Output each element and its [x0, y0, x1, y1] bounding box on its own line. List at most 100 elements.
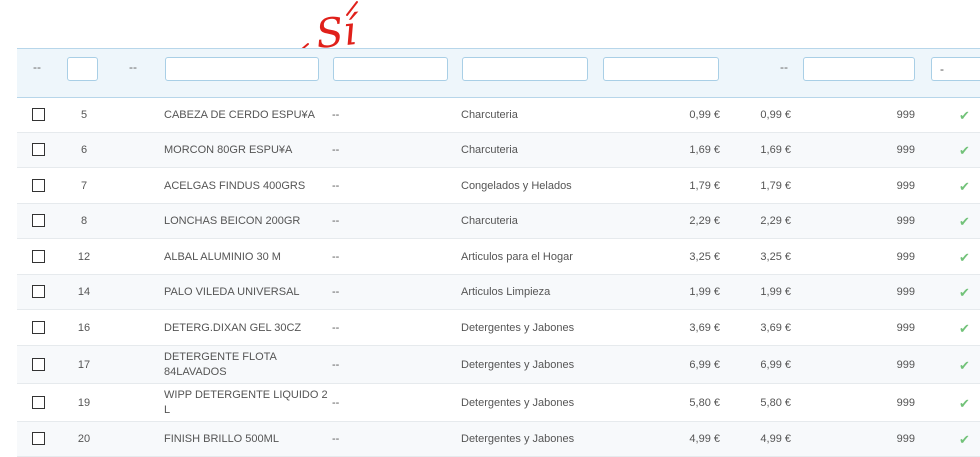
- product-reference: --: [332, 397, 340, 409]
- product-quantity: 999: [896, 251, 915, 263]
- product-price: 1,99 €: [689, 286, 720, 298]
- product-final-price: 3,69 €: [760, 322, 791, 334]
- product-final-price: 1,69 €: [760, 144, 791, 156]
- product-name: DETERG.DIXAN GEL 30CZ: [164, 322, 302, 334]
- product-category: Charcuteria: [461, 144, 518, 156]
- table-body: 5 CABEZA DE CERDO ESPU¥A -- Charcuteria 0,99…: [17, 98, 980, 457]
- product-name: ALBAL ALUMINIO 30 M: [164, 251, 281, 263]
- product-price: 5,80 €: [689, 397, 720, 409]
- product-final-price: 0,99 €: [760, 109, 791, 121]
- product-quantity: 999: [896, 397, 915, 409]
- product-category: Detergentes y Jabones: [461, 359, 575, 371]
- product-id: 16: [77, 322, 91, 334]
- check-icon[interactable]: ✔: [959, 143, 970, 158]
- row-checkbox[interactable]: [32, 396, 45, 409]
- product-id: 14: [77, 286, 91, 298]
- product-final-price: 5,80 €: [760, 397, 791, 409]
- product-final-price: 1,99 €: [760, 286, 791, 298]
- row-checkbox[interactable]: [32, 143, 45, 156]
- filter-dash: --: [129, 60, 137, 74]
- product-category: Articulos Limpieza: [461, 286, 551, 298]
- check-icon[interactable]: ✔: [959, 285, 970, 300]
- product-category: Charcuteria: [461, 215, 518, 227]
- filter-status-select[interactable]: -: [931, 57, 980, 81]
- check-icon[interactable]: ✔: [959, 214, 970, 229]
- product-price: 6,99 €: [689, 359, 720, 371]
- table-row[interactable]: 5 CABEZA DE CERDO ESPU¥A -- Charcuteria 0,99…: [17, 98, 980, 133]
- check-icon[interactable]: ✔: [959, 250, 970, 265]
- check-icon[interactable]: ✔: [959, 108, 970, 123]
- table-row[interactable]: 17 DETERGENTE FLOTA 84LAVADOS -- Detergente…: [17, 346, 980, 384]
- product-price: 3,25 €: [689, 251, 720, 263]
- product-price: 2,29 €: [689, 215, 720, 227]
- product-name: ACELGAS FINDUS 400GRS: [164, 180, 306, 192]
- product-name: LONCHAS BEICON 200GR: [164, 215, 301, 227]
- product-name: CABEZA DE CERDO ESPU¥A: [164, 109, 315, 121]
- product-name: PALO VILEDA UNIVERSAL: [164, 286, 300, 298]
- product-category: Congelados y Helados: [461, 180, 572, 192]
- product-reference: --: [332, 144, 340, 156]
- product-id: 7: [80, 180, 88, 192]
- product-category: Charcuteria: [461, 109, 518, 121]
- table-row[interactable]: 6 MORCON 80GR ESPU¥A -- Charcuteria 1,69 € 1,…: [17, 133, 980, 168]
- product-quantity: 999: [896, 109, 915, 121]
- filter-quantity-input[interactable]: [803, 57, 915, 81]
- row-checkbox[interactable]: [32, 214, 45, 227]
- product-quantity: 999: [896, 286, 915, 298]
- filter-price-input[interactable]: [603, 57, 719, 81]
- product-table: -- -- -- - 5 CABEZA DE CERDO ESPU¥A -- Char…: [17, 48, 980, 457]
- table-row[interactable]: 7 ACELGAS FINDUS 400GRS -- Congelados y Hel…: [17, 168, 980, 204]
- table-row[interactable]: 16 DETERG.DIXAN GEL 30CZ -- Detergentes y J…: [17, 310, 980, 346]
- product-quantity: 999: [896, 215, 915, 227]
- product-name: DETERGENTE FLOTA 84LAVADOS: [164, 351, 277, 378]
- product-id: 17: [77, 359, 91, 371]
- product-id: 12: [77, 251, 91, 263]
- product-category: Detergentes y Jabones: [461, 322, 575, 334]
- product-category: Detergentes y Jabones: [461, 397, 575, 409]
- filter-reference-input[interactable]: [333, 57, 448, 81]
- row-checkbox[interactable]: [32, 179, 45, 192]
- product-category: Articulos para el Hogar: [461, 251, 573, 263]
- product-id: 19: [77, 397, 91, 409]
- product-reference: --: [332, 215, 340, 227]
- product-quantity: 999: [896, 322, 915, 334]
- product-id: 8: [80, 215, 88, 227]
- check-icon[interactable]: ✔: [959, 321, 970, 336]
- product-final-price: 2,29 €: [760, 215, 791, 227]
- product-reference: --: [332, 251, 340, 263]
- row-checkbox[interactable]: [32, 432, 45, 445]
- filter-row: -- -- -- -: [17, 48, 980, 98]
- row-checkbox[interactable]: [32, 358, 45, 371]
- row-checkbox[interactable]: [32, 250, 45, 263]
- product-price: 3,69 €: [689, 322, 720, 334]
- check-icon[interactable]: ✔: [959, 358, 970, 373]
- product-price: 0,99 €: [689, 109, 720, 121]
- row-checkbox[interactable]: [32, 108, 45, 121]
- row-checkbox[interactable]: [32, 321, 45, 334]
- product-reference: --: [332, 109, 340, 121]
- product-final-price: 6,99 €: [760, 359, 791, 371]
- product-quantity: 999: [896, 180, 915, 192]
- filter-category-input[interactable]: [462, 57, 588, 81]
- check-icon[interactable]: ✔: [959, 396, 970, 411]
- product-id: 6: [80, 144, 88, 156]
- filter-name-input[interactable]: [165, 57, 319, 81]
- table-row[interactable]: 19 WIPP DETERGENTE LIQUIDO 2 L -- Detergent…: [17, 384, 980, 422]
- product-reference: --: [332, 359, 340, 371]
- product-id: 5: [80, 109, 88, 121]
- table-row[interactable]: 12 ALBAL ALUMINIO 30 M -- Articulos para el…: [17, 239, 980, 275]
- product-price: 1,79 €: [689, 180, 720, 192]
- product-quantity: 999: [896, 359, 915, 371]
- table-row[interactable]: 14 PALO VILEDA UNIVERSAL -- Articulos Limpi…: [17, 275, 980, 310]
- check-icon[interactable]: ✔: [959, 179, 970, 194]
- product-name: WIPP DETERGENTE LIQUIDO 2 L: [164, 389, 328, 416]
- product-final-price: 3,25 €: [760, 251, 791, 263]
- product-reference: --: [332, 180, 340, 192]
- filter-dash: --: [780, 60, 788, 74]
- product-price: 1,69 €: [689, 144, 720, 156]
- filter-id-input[interactable]: [67, 57, 98, 81]
- row-checkbox[interactable]: [32, 285, 45, 298]
- product-quantity: 999: [896, 144, 915, 156]
- table-row[interactable]: 8 LONCHAS BEICON 200GR -- Charcuteria 2,29 €…: [17, 204, 980, 239]
- product-name: MORCON 80GR ESPU¥A: [164, 144, 293, 156]
